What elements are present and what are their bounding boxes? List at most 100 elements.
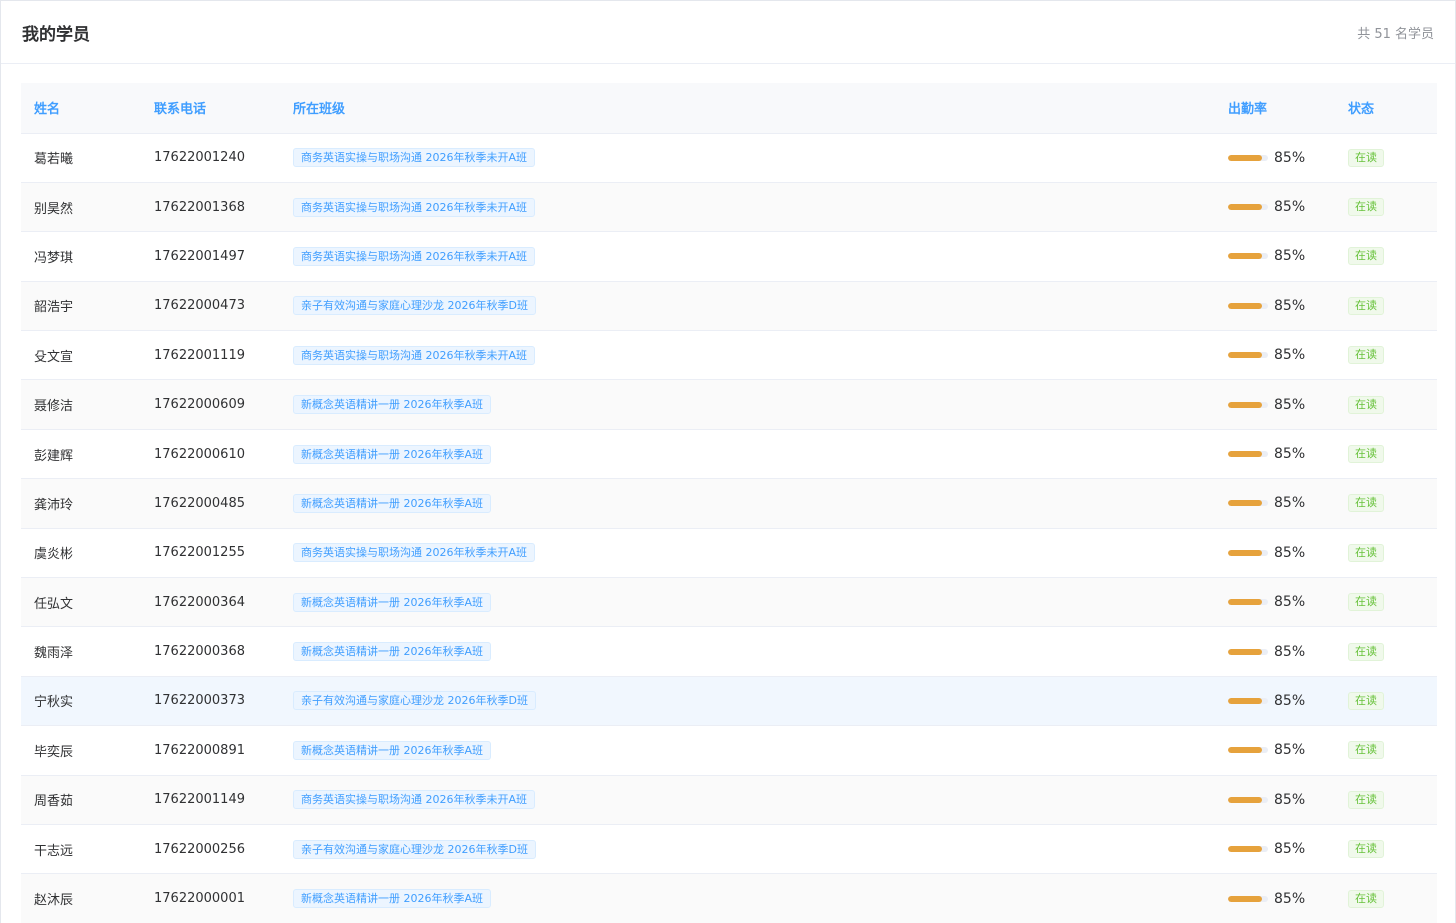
panel-header: 我的学员 共 51 名学员 [1, 1, 1455, 64]
table-row[interactable]: 冯梦琪 17622001497 商务英语实操与职场沟通 2026年秋季未开A班 85%… [21, 232, 1437, 282]
class-cell: 商务英语实操与职场沟通 2026年秋季未开A班 [280, 232, 1215, 281]
attendance-rate: 85% [1228, 594, 1335, 610]
table-row[interactable]: 毕奕辰 17622000891 新概念英语精讲一册 2026年秋季A班 85% 在读 [21, 726, 1437, 776]
status-cell: 在读 [1335, 232, 1437, 281]
student-phone: 17622000473 [154, 298, 245, 314]
table-row[interactable]: 宁秋实 17622000373 亲子有效沟通与家庭心理沙龙 2026年秋季D班 85%… [21, 676, 1437, 726]
status-cell: 在读 [1335, 133, 1437, 182]
student-phone: 17622000364 [154, 594, 245, 610]
attendance-cell: 85% [1215, 627, 1335, 676]
student-name: 别昊然 [34, 201, 74, 217]
attendance-rate: 85% [1228, 792, 1335, 808]
attendance-percent: 85% [1274, 396, 1306, 413]
attendance-cell: 85% [1215, 775, 1335, 824]
class-cell: 商务英语实操与职场沟通 2026年秋季未开A班 [280, 528, 1215, 577]
table-header-row: 姓名 联系电话 所在班级 出勤率 状态 [21, 83, 1437, 134]
status-cell: 在读 [1335, 331, 1437, 380]
class-tag[interactable]: 新概念英语精讲一册 2026年秋季A班 [293, 740, 492, 760]
class-tag[interactable]: 新概念英语精讲一册 2026年秋季A班 [293, 642, 492, 662]
student-phone: 17622000609 [154, 397, 245, 413]
class-tag[interactable]: 新概念英语精讲一册 2026年秋季A班 [293, 493, 492, 513]
attendance-progress-fill [1228, 401, 1262, 408]
students-table-wrap: 姓名 联系电话 所在班级 出勤率 状态 葛若曦 17622001240 商务英语实操… [21, 83, 1437, 923]
student-phone: 17622001119 [154, 347, 245, 363]
attendance-cell: 85% [1215, 429, 1335, 478]
class-tag[interactable]: 商务英语实操与职场沟通 2026年秋季未开A班 [293, 345, 536, 365]
student-phone: 17622000001 [154, 891, 245, 907]
column-header-attendance[interactable]: 出勤率 [1215, 83, 1335, 134]
status-cell: 在读 [1335, 479, 1437, 528]
class-cell: 亲子有效沟通与家庭心理沙龙 2026年秋季D班 [280, 824, 1215, 873]
table-row[interactable]: 干志远 17622000256 亲子有效沟通与家庭心理沙龙 2026年秋季D班 85%… [21, 824, 1437, 874]
column-header-phone[interactable]: 联系电话 [141, 83, 280, 134]
status-cell: 在读 [1335, 578, 1437, 627]
status-badge: 在读 [1348, 543, 1384, 562]
attendance-progress-bar [1228, 895, 1268, 902]
attendance-progress-bar [1228, 401, 1268, 408]
attendance-cell: 85% [1215, 726, 1335, 775]
attendance-progress-fill [1228, 302, 1262, 309]
attendance-rate: 85% [1228, 495, 1335, 511]
attendance-percent: 85% [1274, 199, 1306, 216]
class-tag[interactable]: 商务英语实操与职场沟通 2026年秋季未开A班 [293, 790, 536, 810]
class-cell: 新概念英语精讲一册 2026年秋季A班 [280, 578, 1215, 627]
status-badge: 在读 [1348, 790, 1384, 809]
class-tag[interactable]: 亲子有效沟通与家庭心理沙龙 2026年秋季D班 [293, 691, 536, 711]
table-row[interactable]: 魏雨泽 17622000368 新概念英语精讲一册 2026年秋季A班 85% 在读 [21, 627, 1437, 677]
attendance-rate: 85% [1228, 545, 1335, 561]
table-row[interactable]: 韶浩宇 17622000473 亲子有效沟通与家庭心理沙龙 2026年秋季D班 85%… [21, 281, 1437, 331]
table-row[interactable]: 彭建辉 17622000610 新概念英语精讲一册 2026年秋季A班 85% 在读 [21, 429, 1437, 479]
table-row[interactable]: 周香茹 17622001149 商务英语实操与职场沟通 2026年秋季未开A班 85%… [21, 775, 1437, 825]
class-cell: 新概念英语精讲一册 2026年秋季A班 [280, 429, 1215, 478]
student-phone: 17622001368 [154, 199, 245, 215]
class-tag[interactable]: 新概念英语精讲一册 2026年秋季A班 [293, 395, 492, 415]
attendance-rate: 85% [1228, 150, 1335, 166]
attendance-percent: 85% [1274, 890, 1306, 907]
class-tag[interactable]: 商务英语实操与职场沟通 2026年秋季未开A班 [293, 246, 536, 266]
class-tag[interactable]: 新概念英语精讲一册 2026年秋季A班 [293, 592, 492, 612]
attendance-percent: 85% [1274, 841, 1306, 858]
table-row[interactable]: 别昊然 17622001368 商务英语实操与职场沟通 2026年秋季未开A班 85%… [21, 182, 1437, 232]
student-name: 殳文宣 [34, 349, 74, 365]
class-tag[interactable]: 商务英语实操与职场沟通 2026年秋季未开A班 [293, 148, 536, 168]
attendance-progress-bar [1228, 451, 1268, 458]
table-row[interactable]: 聂修洁 17622000609 新概念英语精讲一册 2026年秋季A班 85% 在读 [21, 379, 1437, 430]
class-tag[interactable]: 亲子有效沟通与家庭心理沙龙 2026年秋季D班 [293, 839, 536, 859]
attendance-cell: 85% [1215, 874, 1335, 923]
table-row[interactable]: 葛若曦 17622001240 商务英语实操与职场沟通 2026年秋季未开A班 85%… [21, 133, 1437, 183]
class-tag[interactable]: 商务英语实操与职场沟通 2026年秋季未开A班 [293, 543, 536, 563]
class-tag[interactable]: 商务英语实操与职场沟通 2026年秋季未开A班 [293, 197, 536, 217]
column-header-status[interactable]: 状态 [1335, 83, 1437, 134]
class-tag[interactable]: 新概念英语精讲一册 2026年秋季A班 [293, 444, 492, 464]
attendance-cell: 85% [1215, 380, 1335, 429]
status-cell: 在读 [1335, 874, 1437, 923]
status-cell: 在读 [1335, 775, 1437, 824]
status-badge: 在读 [1348, 346, 1384, 365]
column-header-name[interactable]: 姓名 [21, 83, 141, 134]
attendance-cell: 85% [1215, 676, 1335, 725]
attendance-progress-fill [1228, 846, 1262, 853]
student-name: 彭建辉 [34, 448, 74, 464]
class-tag[interactable]: 新概念英语精讲一册 2026年秋季A班 [293, 889, 492, 909]
attendance-rate: 85% [1228, 248, 1335, 264]
status-badge: 在读 [1348, 198, 1384, 217]
attendance-percent: 85% [1274, 248, 1306, 265]
status-badge: 在读 [1348, 741, 1384, 760]
table-row[interactable]: 殳文宣 17622001119 商务英语实操与职场沟通 2026年秋季未开A班 85%… [21, 331, 1437, 380]
column-header-class[interactable]: 所在班级 [280, 83, 1215, 134]
attendance-percent: 85% [1274, 594, 1306, 611]
table-row[interactable]: 虞炎彬 17622001255 商务英语实操与职场沟通 2026年秋季未开A班 85%… [21, 528, 1437, 578]
table-row[interactable]: 任弘文 17622000364 新概念英语精讲一册 2026年秋季A班 85% 在读 [21, 577, 1437, 627]
attendance-percent: 85% [1274, 495, 1306, 512]
class-tag[interactable]: 亲子有效沟通与家庭心理沙龙 2026年秋季D班 [293, 296, 536, 316]
class-cell: 新概念英语精讲一册 2026年秋季A班 [280, 874, 1215, 923]
class-cell: 新概念英语精讲一册 2026年秋季A班 [280, 726, 1215, 775]
status-cell: 在读 [1335, 676, 1437, 725]
student-phone: 17622000485 [154, 495, 245, 511]
table-row[interactable]: 龚沛玲 17622000485 新概念英语精讲一册 2026年秋季A班 85% 在读 [21, 478, 1437, 529]
table-row[interactable]: 赵沐辰 17622000001 新概念英语精讲一册 2026年秋季A班 85% 在读 [21, 873, 1437, 923]
status-cell: 在读 [1335, 429, 1437, 478]
status-badge: 在读 [1348, 494, 1384, 513]
status-badge: 在读 [1348, 840, 1384, 859]
students-panel: 我的学员 共 51 名学员 姓名 联系电话 所在班级 出勤率 状态 葛若曦 17… [0, 0, 1456, 923]
